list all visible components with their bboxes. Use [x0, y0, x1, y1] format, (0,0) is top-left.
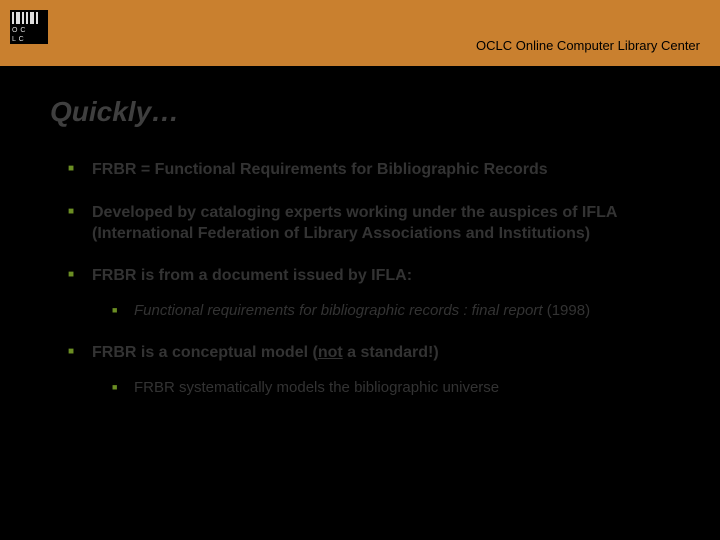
sub-bullet-item: Functional requirements for bibliographi… [134, 301, 670, 321]
bullet-text-post: a standard!) [343, 344, 439, 361]
bullet-text-underline: not [318, 344, 343, 361]
sub-bullet-text: FRBR systematically models the bibliogra… [134, 379, 499, 396]
org-name: OCLC Online Computer Library Center [476, 38, 700, 53]
sub-bullet-rest: (1998) [543, 302, 591, 319]
sub-bullet-list: Functional requirements for bibliographi… [92, 301, 670, 321]
oclc-logo: O C L C [10, 10, 48, 44]
slide-content: Quickly… FRBR = Functional Requirements … [0, 66, 720, 398]
logo-text: O C L C [10, 26, 48, 44]
slide-title: Quickly… [50, 96, 670, 128]
bullet-item: FRBR = Functional Requirements for Bibli… [92, 160, 670, 181]
logo-line2: L C [12, 35, 46, 44]
logo-barcode-icon [10, 10, 48, 26]
bullet-item: FRBR is a conceptual model (not a standa… [92, 343, 670, 398]
header-bar: O C L C OCLC Online Computer Library Cen… [0, 0, 720, 66]
logo-line1: O C [12, 26, 46, 35]
bullet-text: Developed by cataloging experts working … [92, 204, 617, 242]
bullet-text: FRBR = Functional Requirements for Bibli… [92, 161, 548, 178]
bullet-item: FRBR is from a document issued by IFLA: … [92, 266, 670, 321]
bullet-item: Developed by cataloging experts working … [92, 203, 670, 245]
sub-bullet-list: FRBR systematically models the bibliogra… [92, 378, 670, 398]
sub-bullet-italic: Functional requirements for bibliographi… [134, 302, 543, 319]
bullet-text-pre: FRBR is a conceptual model ( [92, 344, 318, 361]
sub-bullet-item: FRBR systematically models the bibliogra… [134, 378, 670, 398]
bullet-text: FRBR is from a document issued by IFLA: [92, 267, 412, 284]
bullet-list: FRBR = Functional Requirements for Bibli… [50, 160, 670, 398]
